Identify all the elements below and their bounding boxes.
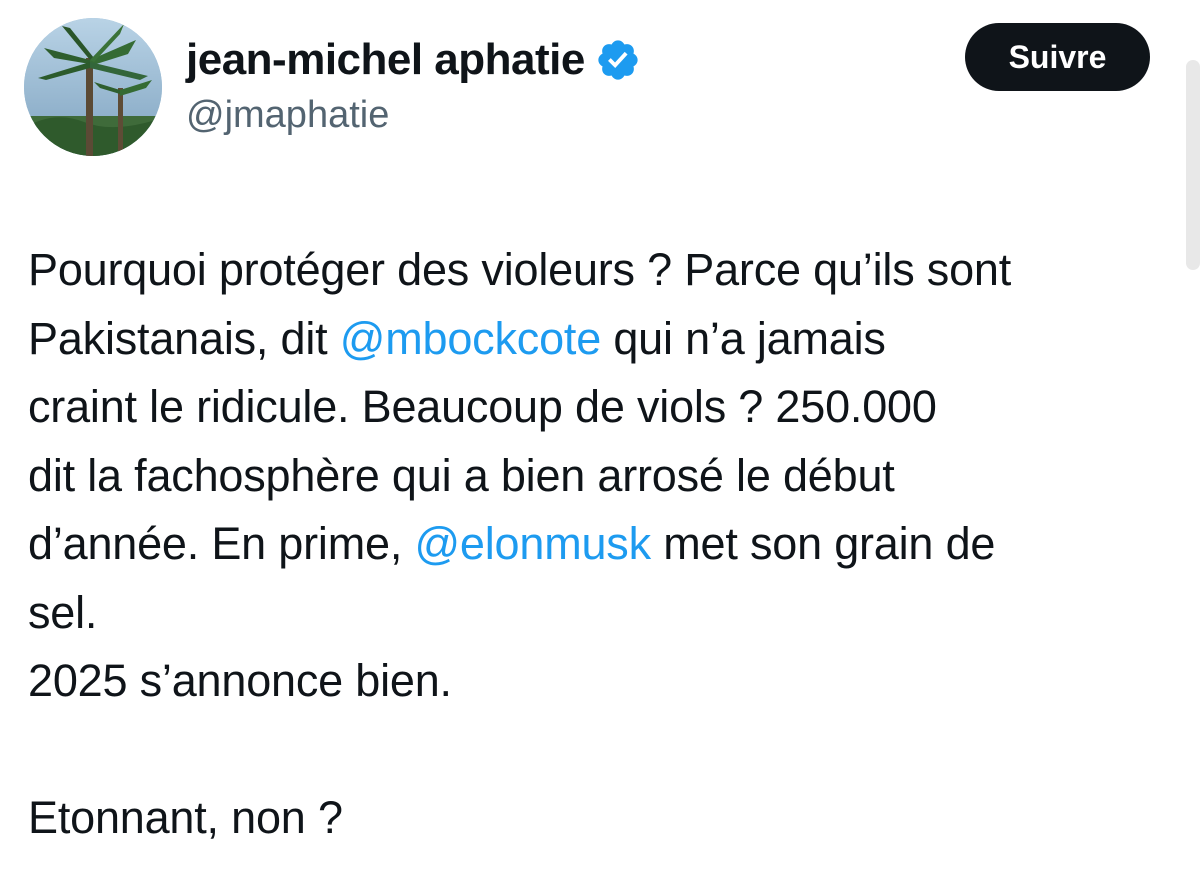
tweet-line: Pakistanais, dit @mbockcote qui n’a jama…: [28, 305, 1178, 374]
author-info: jean-michel aphatie @jmaphatie: [186, 30, 641, 137]
tweet-text-segment: d’année. En prime,: [28, 518, 415, 569]
tweet-text-segment: craint le ridicule. Beaucoup de viols ? …: [28, 381, 937, 432]
tweet-text-segment: dit la fachosphère qui a bien arrosé le …: [28, 449, 895, 501]
mention-link[interactable]: @mbockcote: [340, 313, 601, 364]
follow-button[interactable]: Suivre: [965, 23, 1150, 91]
tweet-text: Pourquoi protéger des violeurs ? Parce q…: [28, 236, 1178, 853]
tweet-line: 2025 s’annonce bien.: [28, 647, 1178, 716]
tweet-line: Pourquoi protéger des violeurs ? Parce q…: [28, 236, 1178, 305]
scrollbar[interactable]: [1186, 60, 1200, 270]
tweet-line: craint le ridicule. Beaucoup de viols ? …: [28, 373, 1178, 442]
avatar[interactable]: [24, 18, 162, 156]
display-name[interactable]: jean-michel aphatie: [186, 35, 585, 85]
avatar-image: [24, 18, 162, 156]
tweet: jean-michel aphatie @jmaphatie Suivre Po…: [0, 0, 1200, 874]
display-name-row: jean-michel aphatie: [186, 30, 641, 90]
tweet-text-segment: Pakistanais, dit: [28, 312, 340, 364]
tweet-text-segment: Etonnant, non ?: [28, 792, 343, 843]
tweet-text-segment: Pourquoi protéger des violeurs ? Parce q…: [28, 244, 1012, 295]
tweet-line: sel.: [28, 579, 1178, 648]
tweet-text-segment: 2025 s’annonce bien.: [28, 655, 452, 706]
mention-link[interactable]: @elonmusk: [414, 518, 651, 569]
tweet-line: Etonnant, non ?: [28, 784, 1178, 853]
tweet-line: dit la fachosphère qui a bien arrosé le …: [28, 442, 1178, 511]
tweet-text-segment: sel.: [28, 586, 98, 638]
verified-badge-icon[interactable]: [595, 37, 641, 83]
handle[interactable]: @jmaphatie: [186, 94, 641, 137]
tweet-line: d’année. En prime, @elonmusk met son gra…: [28, 510, 1178, 579]
tweet-text-segment: qui n’a jamais: [601, 312, 886, 364]
tweet-text-segment: met son grain de: [650, 518, 996, 569]
